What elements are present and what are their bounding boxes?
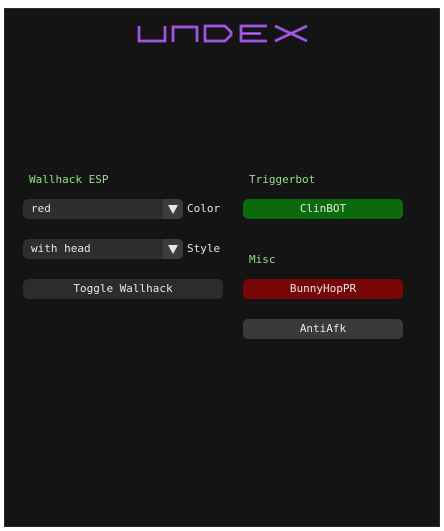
misc-section-label: Misc (249, 253, 276, 266)
color-combo-arrow[interactable] (163, 199, 183, 219)
undex-logo (137, 24, 308, 43)
style-combo-value: with head (31, 242, 91, 255)
toggle-wallhack-button[interactable]: Toggle Wallhack (23, 279, 223, 299)
color-combo-label: Color (187, 202, 221, 215)
clinbot-button[interactable]: ClinBOT (243, 199, 403, 219)
style-combo[interactable]: with head (23, 239, 183, 259)
color-combo-value: red (31, 202, 51, 215)
antiafk-button[interactable]: AntiAfk (243, 319, 403, 339)
triggerbot-section-label: Triggerbot (249, 173, 316, 186)
cheat-menu-window: Wallhack ESP red Color with head Style T… (4, 8, 440, 527)
bunnyhop-button[interactable]: BunnyHopPR (243, 279, 403, 299)
style-combo-arrow[interactable] (163, 239, 183, 259)
color-combo[interactable]: red (23, 199, 183, 219)
wallhack-section-label: Wallhack ESP (29, 173, 109, 186)
style-combo-label: Style (187, 242, 221, 255)
triangle-down-icon (168, 244, 178, 254)
triangle-down-icon (168, 204, 178, 214)
